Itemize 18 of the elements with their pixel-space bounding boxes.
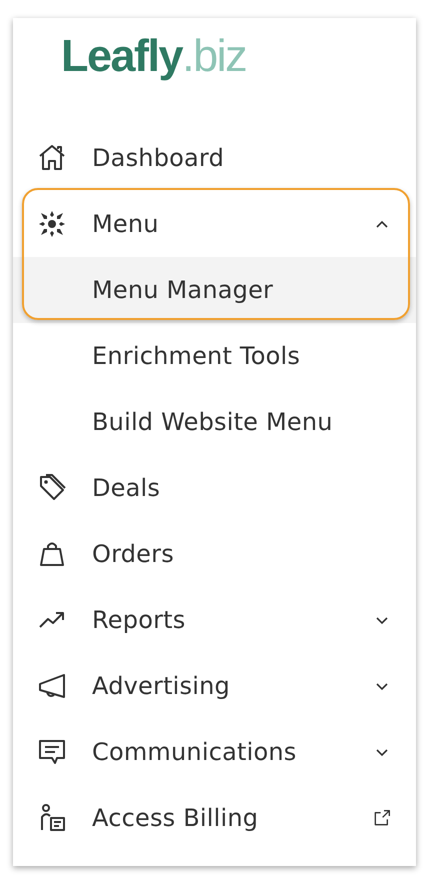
megaphone-icon <box>37 671 67 701</box>
nav-item[interactable]: Dashboard <box>13 125 416 191</box>
tag-icon <box>37 473 67 503</box>
nav-item[interactable]: Advertising <box>13 653 416 719</box>
nav-item[interactable]: Menu <box>13 191 416 257</box>
nav-item[interactable]: Access Billing <box>13 785 416 851</box>
submenu-item[interactable]: Menu Manager <box>13 257 416 323</box>
nav-item[interactable]: Orders <box>13 521 416 587</box>
nav-item[interactable]: Communications <box>13 719 416 785</box>
submenu-item[interactable]: Enrichment Tools <box>13 323 416 389</box>
home-icon <box>37 143 67 173</box>
external-link-icon <box>372 808 392 828</box>
nav-item[interactable]: Reports <box>13 587 416 653</box>
nav-item[interactable]: Deals <box>13 455 416 521</box>
leaf-burst-icon <box>37 209 67 239</box>
submenu-item[interactable]: Build Website Menu <box>13 389 416 455</box>
logo: Leafly.biz <box>61 29 246 83</box>
chat-icon <box>37 737 67 767</box>
